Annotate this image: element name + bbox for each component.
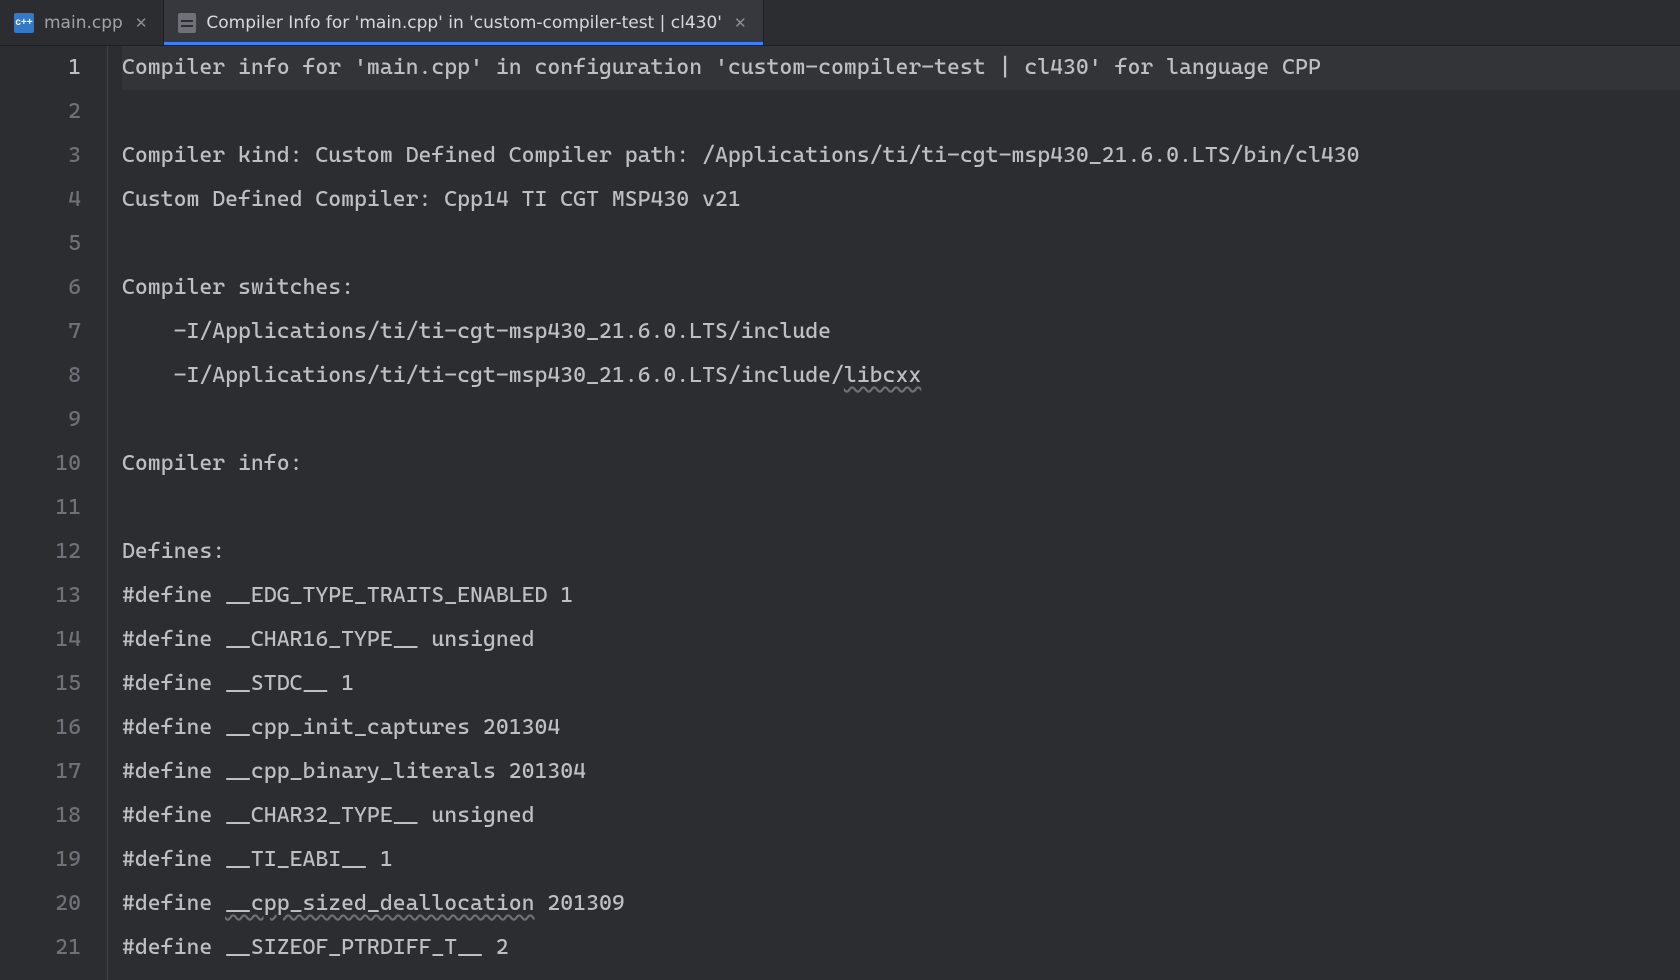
line-number-gutter: 123456789101112131415161718192021: [0, 46, 108, 980]
code-line[interactable]: #define __SIZEOF_PTRDIFF_T__ 2: [122, 926, 1680, 970]
line-number: 14: [0, 618, 81, 662]
line-number: 6: [0, 266, 81, 310]
line-number: 12: [0, 530, 81, 574]
line-number: 20: [0, 882, 81, 926]
line-number: 19: [0, 838, 81, 882]
editor-tabbar: c++ main.cpp ✕ Compiler Info for 'main.c…: [0, 0, 1680, 46]
code-text: #define __STDC__ 1: [122, 662, 354, 706]
tab-label: main.cpp: [44, 13, 123, 33]
cpp-file-icon: c++: [14, 13, 34, 33]
line-number: 9: [0, 398, 81, 442]
tab-compiler-info[interactable]: Compiler Info for 'main.cpp' in 'custom-…: [164, 0, 763, 45]
line-number: 21: [0, 926, 81, 970]
code-line[interactable]: Custom Defined Compiler: Cpp14 TI CGT MS…: [122, 178, 1680, 222]
code-text: #define __SIZEOF_PTRDIFF_T__ 2: [122, 926, 509, 970]
code-line[interactable]: [122, 90, 1680, 134]
code-line[interactable]: #define __cpp_init_captures 201304: [122, 706, 1680, 750]
line-number: 7: [0, 310, 81, 354]
code-line[interactable]: -I/Applications/ti/ti-cgt-msp430_21.6.0.…: [122, 354, 1680, 398]
code-line[interactable]: #define __CHAR32_TYPE__ unsigned: [122, 794, 1680, 838]
close-icon[interactable]: ✕: [133, 14, 150, 32]
line-number: 13: [0, 574, 81, 618]
code-area[interactable]: Compiler info for 'main.cpp' in configur…: [108, 46, 1680, 980]
code-text: #define __EDG_TYPE_TRAITS_ENABLED 1: [122, 574, 573, 618]
code-text: #define __CHAR16_TYPE__ unsigned: [122, 618, 535, 662]
code-text: -I/Applications/ti/ti-cgt-msp430_21.6.0.…: [122, 310, 831, 354]
tab-label: Compiler Info for 'main.cpp' in 'custom-…: [206, 13, 722, 33]
code-line[interactable]: #define __cpp_binary_literals 201304: [122, 750, 1680, 794]
editor: 123456789101112131415161718192021 Compil…: [0, 46, 1680, 980]
line-number: 18: [0, 794, 81, 838]
code-line[interactable]: Defines:: [122, 530, 1680, 574]
code-text: #define __CHAR32_TYPE__ unsigned: [122, 794, 535, 838]
line-number: 15: [0, 662, 81, 706]
code-line[interactable]: #define __STDC__ 1: [122, 662, 1680, 706]
code-text: #define __TI_EABI__ 1: [122, 838, 393, 882]
code-text: Defines:: [122, 530, 225, 574]
code-line[interactable]: -I/Applications/ti/ti-cgt-msp430_21.6.0.…: [122, 310, 1680, 354]
line-number: 17: [0, 750, 81, 794]
code-line[interactable]: [122, 222, 1680, 266]
code-line[interactable]: Compiler kind: Custom Defined Compiler p…: [122, 134, 1680, 178]
code-text: #define: [122, 882, 225, 926]
code-text: #define __cpp_binary_literals 201304: [122, 750, 586, 794]
code-text: __cpp_sized_deallocation: [225, 882, 534, 926]
line-number: 5: [0, 222, 81, 266]
code-line[interactable]: [122, 486, 1680, 530]
code-line[interactable]: Compiler info for 'main.cpp' in configur…: [122, 46, 1680, 90]
code-line[interactable]: #define __cpp_sized_deallocation 201309: [122, 882, 1680, 926]
code-text: libcxx: [844, 354, 921, 398]
line-number: 3: [0, 134, 81, 178]
line-number: 1: [0, 46, 81, 90]
code-text: Compiler kind: Custom Defined Compiler p…: [122, 134, 1360, 178]
code-line[interactable]: Compiler info:: [122, 442, 1680, 486]
code-text: Compiler switches:: [122, 266, 354, 310]
line-number: 8: [0, 354, 81, 398]
code-line[interactable]: Compiler switches:: [122, 266, 1680, 310]
tab-main-cpp[interactable]: c++ main.cpp ✕: [0, 0, 164, 45]
close-icon[interactable]: ✕: [732, 14, 749, 32]
code-text: #define __cpp_init_captures 201304: [122, 706, 560, 750]
code-text: 201309: [535, 882, 625, 926]
code-text: Custom Defined Compiler: Cpp14 TI CGT MS…: [122, 178, 741, 222]
code-line[interactable]: [122, 398, 1680, 442]
code-text: -I/Applications/ti/ti-cgt-msp430_21.6.0.…: [122, 354, 844, 398]
code-line[interactable]: #define __EDG_TYPE_TRAITS_ENABLED 1: [122, 574, 1680, 618]
line-number: 2: [0, 90, 81, 134]
line-number: 11: [0, 486, 81, 530]
code-line[interactable]: #define __CHAR16_TYPE__ unsigned: [122, 618, 1680, 662]
code-text: Compiler info for 'main.cpp' in configur…: [122, 46, 1321, 90]
code-text: Compiler info:: [122, 442, 302, 486]
line-number: 10: [0, 442, 81, 486]
line-number: 4: [0, 178, 81, 222]
document-icon: [178, 13, 196, 33]
code-line[interactable]: #define __TI_EABI__ 1: [122, 838, 1680, 882]
line-number: 16: [0, 706, 81, 750]
